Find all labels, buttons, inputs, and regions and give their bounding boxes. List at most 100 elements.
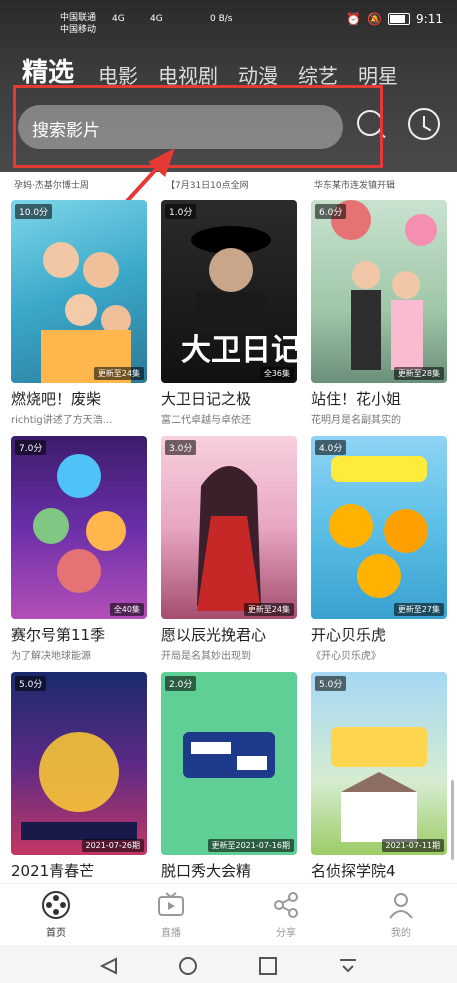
rating-badge: 7.0分 bbox=[15, 440, 47, 455]
history-clock-icon[interactable] bbox=[408, 108, 440, 140]
notification-pull-icon[interactable] bbox=[338, 957, 358, 975]
poster-image[interactable]: 10.0分 更新至24集 bbox=[11, 200, 147, 383]
poster-image[interactable]: 5.0分 2021-07-11期 bbox=[311, 672, 447, 855]
subtitle-3: 华东某市连发镇开辑 bbox=[314, 181, 396, 191]
video-desc: 开局是名其妙出现到 bbox=[161, 651, 251, 662]
video-card[interactable]: 7.0分 全40集 赛尔号第11季 为了解决地球能源 bbox=[11, 436, 147, 662]
video-title[interactable]: 2021青春芒 bbox=[11, 860, 147, 881]
update-badge: 2021-07-11期 bbox=[381, 839, 444, 852]
poster-art bbox=[331, 200, 437, 370]
battery-icon bbox=[388, 13, 411, 25]
subtitle-row: 孕妈·杰基尔博士周 【7月31日10点全网 华东某市连发镇开辑 bbox=[0, 174, 457, 194]
video-title[interactable]: 脱口秀大会精 bbox=[161, 860, 297, 881]
nav-share[interactable]: 分享 bbox=[256, 890, 316, 939]
rating-badge: 10.0分 bbox=[15, 204, 53, 219]
poster-image[interactable]: 7.0分 全40集 bbox=[11, 436, 147, 619]
video-desc: 《开心贝乐虎》 bbox=[311, 651, 381, 662]
nav-mine-label: 我的 bbox=[391, 928, 411, 939]
subtitle-2: 【7月31日10点全网 bbox=[166, 181, 249, 191]
rating-badge: 1.0分 bbox=[165, 204, 197, 219]
video-title[interactable]: 燃烧吧！废柴 bbox=[11, 388, 147, 409]
nav-home-label: 首页 bbox=[46, 928, 66, 939]
update-badge: 更新至24集 bbox=[93, 367, 144, 380]
poster-art bbox=[41, 242, 131, 383]
video-title[interactable]: 名侦探学院4 bbox=[311, 860, 447, 881]
video-title[interactable]: 站住！花小姐 bbox=[311, 388, 447, 409]
update-badge: 更新至2021-07-16期 bbox=[207, 839, 294, 852]
update-badge: 更新至27集 bbox=[393, 603, 444, 616]
video-title[interactable]: 赛尔号第11季 bbox=[11, 624, 147, 645]
nav-live-label: 直播 bbox=[161, 928, 181, 939]
poster-image[interactable]: 4.0分 更新至27集 bbox=[311, 436, 447, 619]
home-circle-icon[interactable] bbox=[178, 957, 198, 975]
update-badge: 更新至24集 bbox=[243, 603, 294, 616]
carrier-1: 中国联通 bbox=[60, 13, 97, 23]
home-film-reel-icon bbox=[42, 891, 70, 919]
user-icon bbox=[389, 893, 413, 919]
back-icon[interactable] bbox=[98, 957, 118, 975]
nav-live[interactable]: 直播 bbox=[141, 890, 201, 939]
video-card[interactable]: 10.0分 更新至24集 燃烧吧！废柴 richtig讲述了方天浩... bbox=[11, 200, 147, 426]
bottom-nav: 首页 直播 分享 我的 bbox=[0, 883, 457, 946]
rating-badge: 2.0分 bbox=[165, 676, 197, 691]
poster-image[interactable]: 大卫日记 1.0分 全36集 bbox=[161, 200, 297, 383]
rating-badge: 4.0分 bbox=[315, 440, 347, 455]
update-badge: 全36集 bbox=[259, 367, 294, 380]
poster-art bbox=[183, 732, 275, 778]
video-card[interactable]: 6.0分 更新至28集 站住！花小姐 花明月是名副其实的 bbox=[311, 200, 447, 426]
scrollbar[interactable] bbox=[451, 780, 454, 860]
poster-art bbox=[33, 454, 126, 593]
poster-image[interactable]: 6.0分 更新至28集 bbox=[311, 200, 447, 383]
poster-image[interactable]: 2.0分 更新至2021-07-16期 bbox=[161, 672, 297, 855]
poster-image[interactable]: 5.0分 2021-07-26期 bbox=[11, 672, 147, 855]
update-badge: 全40集 bbox=[109, 603, 144, 616]
video-card[interactable]: 5.0分 2021-07-11期 名侦探学院4 bbox=[311, 672, 447, 881]
alarm-icon: ⏰ bbox=[346, 12, 362, 26]
video-card[interactable]: 4.0分 更新至27集 开心贝乐虎 《开心贝乐虎》 bbox=[311, 436, 447, 662]
header: 中国联通 中国移动 4G 4G 0 B/s ⏰ 🔕 9:11 精选 电影 电视剧… bbox=[0, 0, 457, 172]
update-badge: 更新至28集 bbox=[393, 367, 444, 380]
carrier-2: 中国移动 bbox=[60, 25, 97, 35]
recents-square-icon[interactable] bbox=[258, 957, 278, 975]
category-tabs: 精选 电影 电视剧 动漫 综艺 明星 bbox=[22, 52, 418, 89]
status-bar: 中国联通 中国移动 4G 4G 0 B/s ⏰ 🔕 9:11 bbox=[0, 0, 457, 50]
rating-badge: 6.0分 bbox=[315, 204, 347, 219]
video-title[interactable]: 开心贝乐虎 bbox=[311, 624, 447, 645]
poster-art bbox=[329, 456, 428, 598]
video-card[interactable]: 5.0分 2021-07-26期 2021青春芒 bbox=[11, 672, 147, 881]
poster-art bbox=[197, 466, 261, 611]
highlight-box bbox=[13, 85, 383, 168]
network-1: 4G bbox=[112, 14, 125, 24]
video-desc: 富二代卓越与卓依还 bbox=[161, 415, 251, 426]
poster-image[interactable]: 3.0分 更新至24集 bbox=[161, 436, 297, 619]
video-desc: richtig讲述了方天浩... bbox=[11, 415, 113, 426]
system-nav-bar bbox=[0, 945, 457, 983]
update-badge: 2021-07-26期 bbox=[81, 839, 144, 852]
video-desc: 花明月是名副其实的 bbox=[311, 415, 401, 426]
poster-art bbox=[331, 727, 427, 842]
carrier-info: 中国联通 中国移动 bbox=[60, 12, 96, 36]
video-title[interactable]: 愿以辰光挽君心 bbox=[161, 624, 297, 645]
video-card[interactable]: 2.0分 更新至2021-07-16期 脱口秀大会精 bbox=[161, 672, 297, 881]
rating-badge: 3.0分 bbox=[165, 440, 197, 455]
video-desc: 为了解决地球能源 bbox=[11, 651, 91, 662]
tab-featured[interactable]: 精选 bbox=[22, 52, 74, 89]
rating-badge: 5.0分 bbox=[315, 676, 347, 691]
nav-home[interactable]: 首页 bbox=[26, 890, 86, 939]
share-icon bbox=[274, 892, 298, 918]
video-title[interactable]: 大卫日记之极 bbox=[161, 388, 297, 409]
network-2: 4G bbox=[150, 14, 163, 24]
rating-badge: 5.0分 bbox=[15, 676, 47, 691]
svg-text:大卫日记: 大卫日记 bbox=[181, 333, 297, 368]
status-right: ⏰ 🔕 9:11 bbox=[346, 12, 443, 26]
nav-mine[interactable]: 我的 bbox=[371, 890, 431, 939]
network-speed: 0 B/s bbox=[210, 14, 233, 24]
tv-icon bbox=[158, 892, 184, 916]
clock-time: 9:11 bbox=[416, 12, 443, 26]
poster-art bbox=[21, 732, 137, 840]
subtitle-1: 孕妈·杰基尔博士周 bbox=[14, 181, 89, 191]
nav-share-label: 分享 bbox=[276, 928, 296, 939]
video-card[interactable]: 大卫日记 1.0分 全36集 大卫日记之极 富二代卓越与卓依还 bbox=[161, 200, 297, 426]
poster-art: 大卫日记 bbox=[181, 226, 297, 368]
video-card[interactable]: 3.0分 更新至24集 愿以辰光挽君心 开局是名其妙出现到 bbox=[161, 436, 297, 662]
